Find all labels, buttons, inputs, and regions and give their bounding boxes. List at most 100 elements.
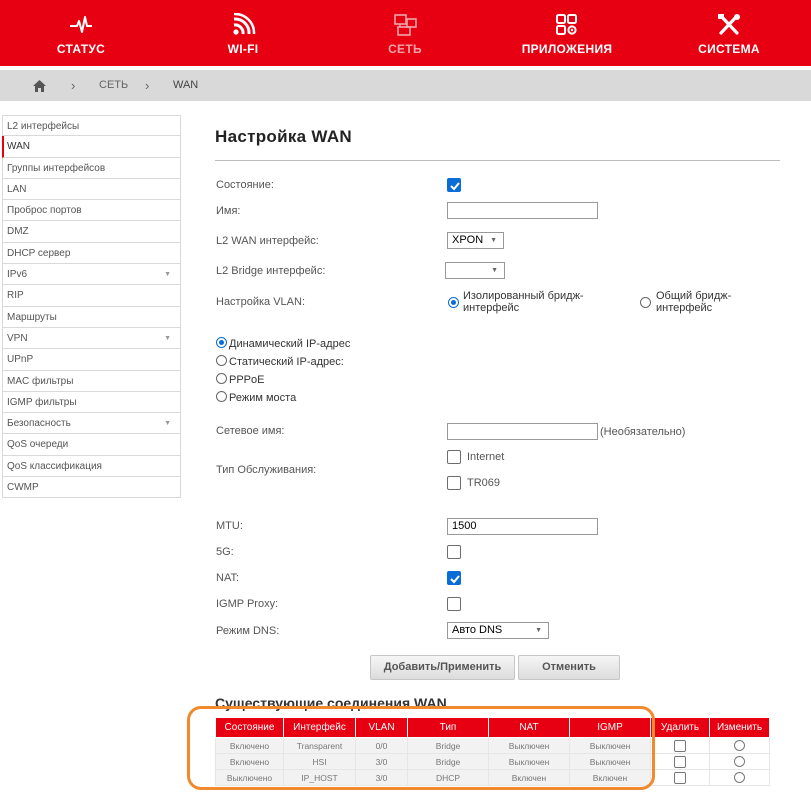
sidebar-item[interactable]: MAC фильтры	[2, 370, 181, 392]
l2bridge-label: L2 Bridge интерфейс:	[216, 265, 326, 277]
nav-wifi[interactable]: WI-FI	[168, 0, 318, 66]
edit-radio[interactable]	[734, 740, 745, 752]
sidebar-item-label: CWMP	[7, 482, 39, 494]
edit-cell	[709, 753, 770, 770]
vlan-shared-radio[interactable]	[640, 297, 651, 308]
sidebar-item[interactable]: Группы интерфейсов	[2, 157, 181, 179]
checkmark-icon	[450, 575, 460, 584]
edit-cell	[709, 737, 770, 754]
vlan-isolated-radio[interactable]	[448, 297, 459, 308]
sidebar-item[interactable]: VPN ▼	[2, 327, 181, 350]
vlan-shared-label[interactable]: Общий бридж- интерфейс	[656, 290, 731, 314]
table-cell: 0/0	[355, 737, 408, 754]
cancel-button[interactable]: Отменить	[518, 655, 620, 680]
nav-status[interactable]: СТАТУС	[6, 0, 156, 66]
table-cell: Transparent	[283, 737, 356, 754]
sidebar-item-label: L2 интерфейсы	[7, 121, 80, 132]
sidebar-item[interactable]: DMZ	[2, 221, 181, 243]
vlan-shared-label-line1: Общий бридж-	[656, 290, 732, 302]
nav-network[interactable]: СЕТЬ	[330, 0, 480, 66]
pulse-icon	[70, 16, 92, 33]
state-label: Состояние:	[216, 179, 274, 191]
mtu-label: MTU:	[216, 520, 243, 532]
sidebar-item-label: IPv6	[7, 269, 28, 281]
sidebar-item[interactable]: DHCP сервер	[2, 242, 181, 265]
col-header: Состояние	[215, 717, 284, 738]
breadcrumb: › СЕТЬ › WAN	[0, 70, 811, 101]
sidebar-item[interactable]: RIP	[2, 285, 181, 307]
sidebar-item[interactable]: L2 интерфейсы	[2, 115, 181, 137]
sidebar-item-label: Проброс портов	[7, 205, 82, 217]
service-tr069-checkbox[interactable]	[447, 476, 461, 490]
sidebar-item-label: LAN	[7, 183, 27, 195]
netname-input[interactable]	[447, 423, 598, 440]
edit-radio[interactable]	[734, 772, 745, 784]
nat-checkbox[interactable]	[447, 571, 461, 585]
sidebar-item[interactable]: IGMP фильтры	[2, 391, 181, 414]
sidebar-item[interactable]: Безопасность ▼	[2, 413, 181, 435]
col-header: Изменить	[709, 717, 770, 738]
service-tr069-label: TR069	[467, 477, 501, 489]
edit-cell	[709, 769, 770, 786]
title-divider	[215, 160, 780, 161]
sidebar-item[interactable]: IPv6 ▼	[2, 264, 181, 286]
connections-title: Существующие соединения WAN	[215, 695, 447, 711]
top-navigation: СТАТУС WI-FI СЕТЬ ПРИЛОЖЕНИЯ СИСТЕМА	[0, 0, 811, 66]
service-internet-checkbox[interactable]	[447, 450, 461, 464]
delete-checkbox[interactable]	[674, 739, 686, 752]
delete-checkbox[interactable]	[674, 771, 686, 784]
dns-mode-select[interactable]: Авто DNS ▼	[447, 622, 549, 639]
mode-static-label[interactable]: Статический IP-адрес:	[229, 356, 344, 368]
home-icon[interactable]	[33, 80, 46, 92]
sidebar-item[interactable]: QoS очереди	[2, 434, 181, 456]
sidebar-item[interactable]: QoS классификация	[2, 455, 181, 478]
sidebar-item[interactable]: Маршруты	[2, 306, 181, 328]
sidebar-item[interactable]: CWMP	[2, 477, 181, 499]
nav-system[interactable]: СИСТЕМА	[654, 0, 804, 66]
delete-checkbox[interactable]	[674, 755, 686, 768]
mode-pppoe-label[interactable]: PPPoE	[229, 374, 264, 386]
sidebar-item[interactable]: UPnP	[2, 349, 181, 371]
l2wan-select[interactable]: XPON ▼	[447, 232, 504, 249]
mode-static-radio[interactable]	[216, 355, 227, 366]
mode-dynamic-radio[interactable]	[216, 337, 227, 348]
sidebar-item-label: WAN	[7, 141, 30, 153]
igmp-proxy-checkbox[interactable]	[447, 597, 461, 611]
apps-icon	[556, 14, 577, 35]
caret-down-icon: ▼	[535, 627, 542, 634]
connections-table: Состояние Интерфейс VLAN Тип NAT IGMP Уд…	[215, 717, 770, 786]
5g-label: 5G:	[216, 546, 234, 558]
vlan-isolated-label[interactable]: Изолированный бридж- интерфейс	[463, 290, 584, 314]
mode-bridge-radio[interactable]	[216, 391, 227, 402]
mode-pppoe-radio[interactable]	[216, 373, 227, 384]
sidebar-item-label: RIP	[7, 290, 24, 302]
apply-button[interactable]: Добавить/Применить	[370, 655, 515, 680]
table-cell: Включено	[215, 753, 284, 770]
col-header: VLAN	[355, 717, 408, 738]
nav-status-label: СТАТУС	[56, 42, 106, 56]
table-cell: Bridge	[407, 753, 489, 770]
col-header: Тип	[407, 717, 489, 738]
name-input[interactable]	[447, 202, 598, 219]
col-header: Удалить	[650, 717, 710, 738]
table-cell: IP_HOST	[283, 769, 356, 786]
state-checkbox[interactable]	[447, 178, 461, 192]
sidebar-item-label: VPN	[7, 332, 28, 344]
mode-dynamic-label[interactable]: Динамический IP-адрес	[229, 338, 350, 350]
mode-bridge-label[interactable]: Режим моста	[229, 392, 296, 404]
table-cell: 3/0	[355, 753, 408, 770]
nav-network-label: СЕТЬ	[388, 42, 422, 56]
table-cell: Bridge	[407, 737, 489, 754]
edit-radio[interactable]	[734, 756, 745, 768]
nav-applications[interactable]: ПРИЛОЖЕНИЯ	[492, 0, 642, 66]
sidebar-item[interactable]: Проброс портов	[2, 200, 181, 222]
netname-label: Сетевое имя:	[216, 425, 285, 437]
sidebar-item[interactable]: WAN	[2, 136, 181, 158]
l2bridge-select[interactable]: ▼	[445, 262, 505, 279]
sidebar-item-label: QoS очереди	[7, 439, 69, 451]
sidebar-item[interactable]: LAN	[2, 178, 181, 201]
breadcrumb-section[interactable]: СЕТЬ	[99, 70, 128, 101]
mtu-input[interactable]: 1500	[447, 518, 598, 535]
caret-down-icon: ▼	[164, 420, 171, 428]
5g-checkbox[interactable]	[447, 545, 461, 559]
